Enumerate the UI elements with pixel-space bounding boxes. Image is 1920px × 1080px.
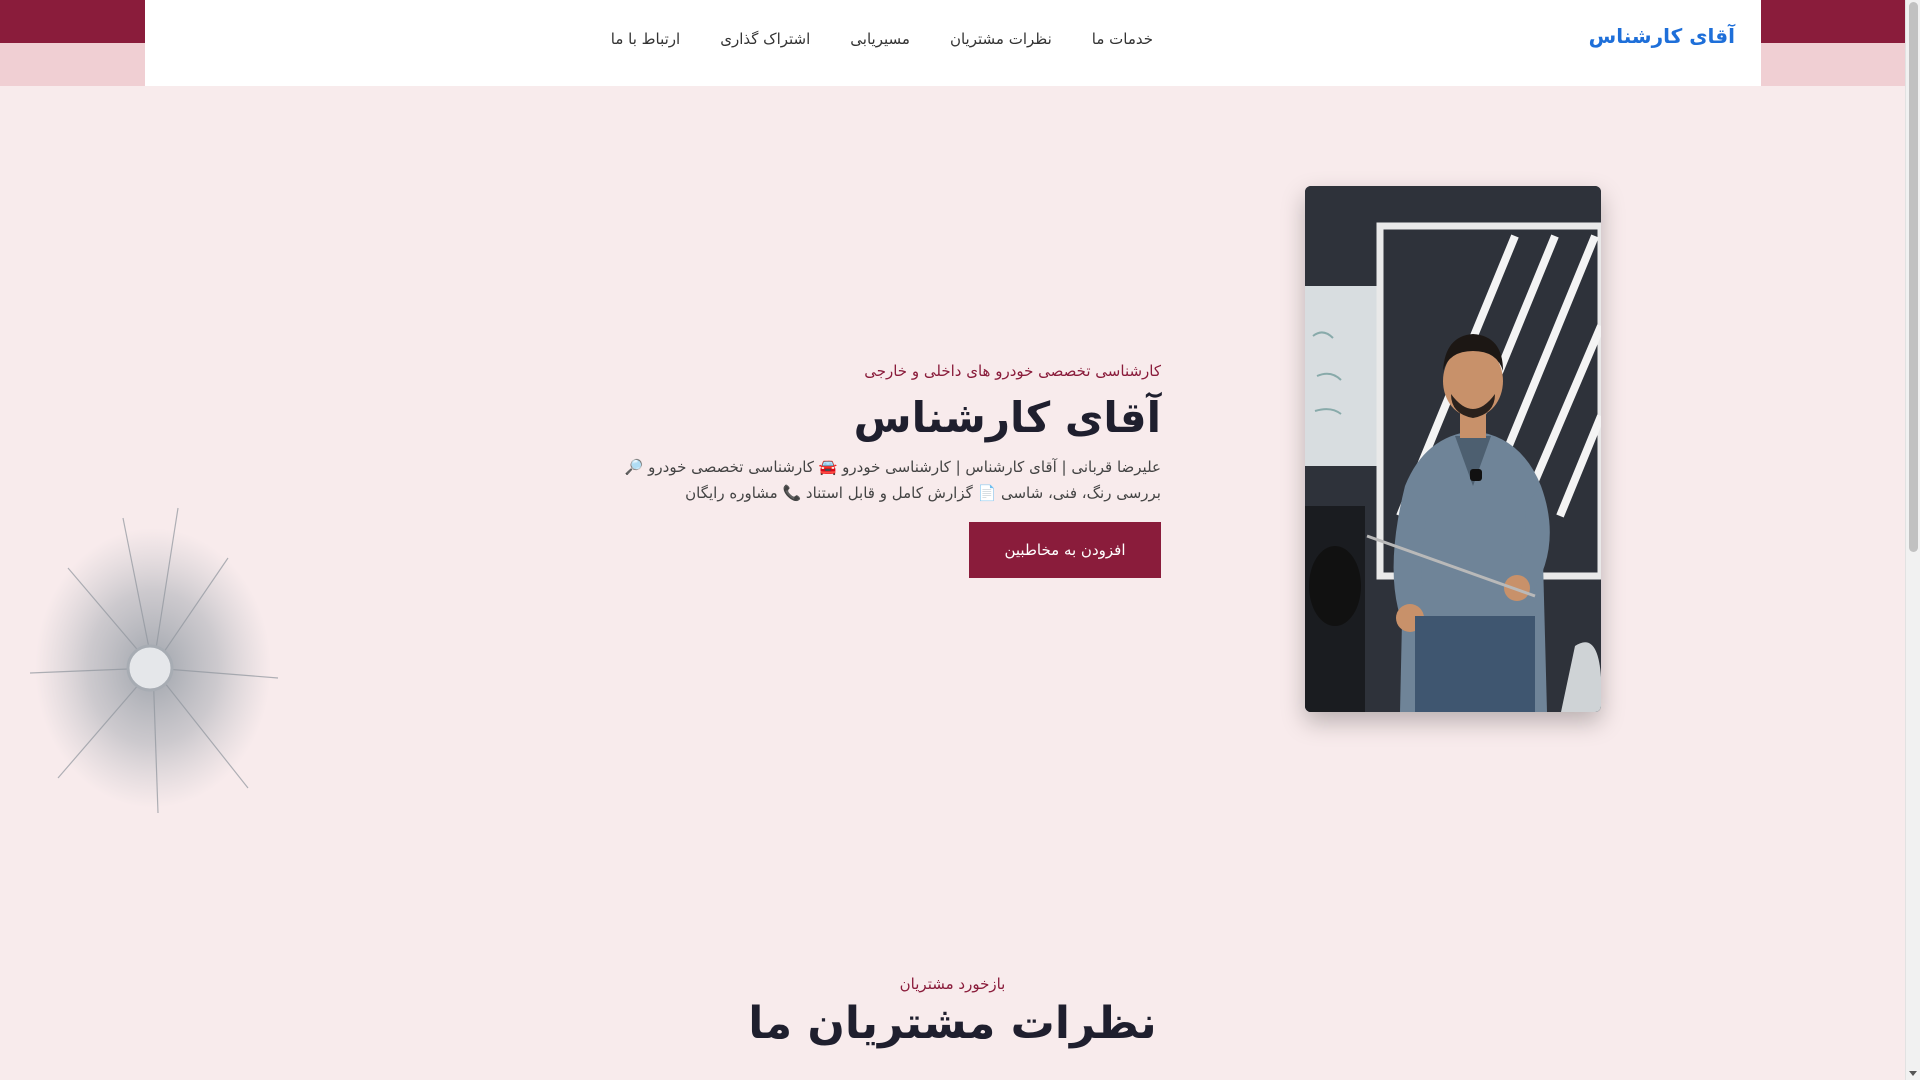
powder-splash-decoration (29, 507, 279, 814)
testimonials-title: نظرات مشتریان ما (748, 998, 1157, 1049)
nav-contact[interactable]: ارتباط با ما (611, 30, 680, 48)
expert-photo-illustration (1305, 186, 1601, 712)
hero-subtitle: کارشناسی تخصصی خودرو های داخلی و خارجی (864, 362, 1161, 380)
scroll-down-arrow-icon[interactable] (1909, 1071, 1917, 1076)
nav-services[interactable]: خدمات ما (1092, 30, 1153, 48)
nav-share[interactable]: اشتراک گذاری (720, 30, 810, 48)
scrollbar-thumb[interactable] (1909, 2, 1918, 552)
nav-directions[interactable]: مسیریابی (850, 30, 910, 48)
main-nav: خدمات ما نظرات مشتریان مسیریابی اشتراک گ… (611, 30, 1153, 48)
brand-logo[interactable]: آقای کارشناس (1589, 24, 1735, 48)
add-to-contacts-button[interactable]: افزودن به مخاطبین (969, 522, 1161, 578)
hero-title: آقای کارشناس (853, 393, 1161, 442)
hero-content: کارشناسی تخصصی خودرو های داخلی و خارجی آ… (601, 362, 1161, 578)
site-header: آقای کارشناس خدمات ما نظرات مشتریان مسیر… (145, 0, 1761, 86)
hero-description-line-2: بررسی رنگ، فنی، شاسی 📄 گزارش کامل و قابل… (685, 484, 1161, 502)
testimonials-kicker: بازخورد مشتریان (899, 975, 1006, 993)
page: آقای کارشناس خدمات ما نظرات مشتریان مسیر… (0, 0, 1905, 1080)
nav-testimonials[interactable]: نظرات مشتریان (950, 30, 1052, 48)
hero-description: علیرضا قربانی | آقای کارشناس | کارشناسی … (601, 454, 1161, 506)
page-scrollbar[interactable] (1905, 0, 1920, 1080)
expert-photo (1305, 186, 1601, 712)
hero-description-line-1: علیرضا قربانی | آقای کارشناس | کارشناسی … (624, 458, 1161, 476)
